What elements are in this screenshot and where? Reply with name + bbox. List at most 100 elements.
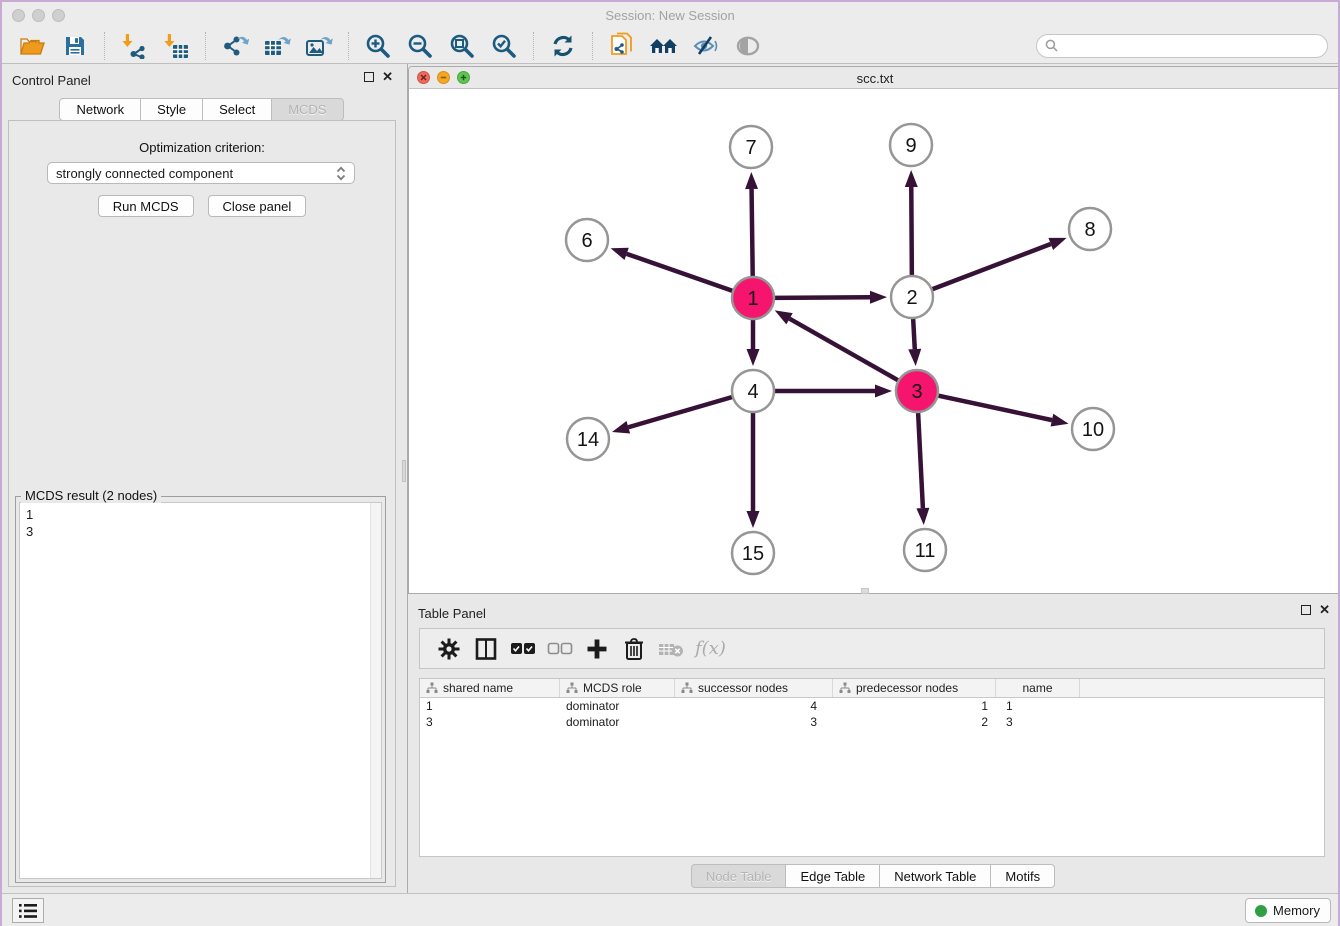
add-column-button[interactable]	[578, 634, 615, 664]
columns-icon	[474, 637, 498, 661]
float-table-panel-icon[interactable]	[1301, 605, 1311, 615]
canvas-resize-grip[interactable]	[861, 588, 869, 594]
zoom-selected-button[interactable]	[487, 31, 521, 61]
houses-icon	[649, 34, 679, 58]
tab-edge-table[interactable]: Edge Table	[785, 864, 880, 888]
tab-style[interactable]: Style	[140, 98, 203, 121]
network-canvas[interactable]: 7968124314101511	[409, 89, 1340, 593]
result-line: 3	[26, 523, 375, 540]
graph-edge-arrowhead	[612, 421, 630, 433]
table-row[interactable]: 3 dominator 3 2 3	[420, 714, 1324, 730]
delete-table-icon	[658, 640, 684, 658]
checked-boxes-icon	[510, 642, 536, 655]
graph-edge-1-6[interactable]	[627, 254, 733, 291]
graph-node-label: 2	[906, 287, 917, 309]
network-document-button[interactable]	[605, 31, 639, 61]
zoom-in-button[interactable]	[361, 31, 395, 61]
close-panel-icon[interactable]: ✕	[382, 72, 393, 82]
gear-icon	[438, 638, 460, 660]
table-settings-button[interactable]	[430, 634, 467, 664]
tab-motifs[interactable]: Motifs	[990, 864, 1055, 888]
export-image-icon	[305, 33, 333, 59]
search-field[interactable]	[1036, 34, 1328, 58]
home-button[interactable]	[647, 31, 681, 61]
run-mcds-button[interactable]: Run MCDS	[98, 195, 194, 217]
search-icon	[1045, 39, 1058, 52]
control-panel: Control Panel ✕ Network Style Select MCD…	[2, 64, 401, 893]
graph-edge-3-1[interactable]	[790, 319, 898, 380]
import-table-button[interactable]	[159, 31, 193, 61]
export-table-button[interactable]	[260, 31, 294, 61]
search-input[interactable]	[1063, 39, 1319, 53]
table-row[interactable]: 1 dominator 4 1 1	[420, 698, 1324, 714]
tab-node-table[interactable]: Node Table	[691, 864, 787, 888]
result-scrollbar[interactable]	[370, 503, 381, 878]
float-panel-icon[interactable]	[364, 72, 374, 82]
deselect-all-button[interactable]	[541, 634, 578, 664]
export-image-button[interactable]	[302, 31, 336, 61]
graph-node-label: 10	[1082, 419, 1104, 441]
tab-select[interactable]: Select	[202, 98, 272, 121]
attribute-icon	[681, 682, 693, 694]
graph-edge-2-3[interactable]	[913, 319, 915, 349]
graph-edge-2-9[interactable]	[911, 187, 912, 275]
show-columns-button[interactable]	[467, 634, 504, 664]
mcds-result-title: MCDS result (2 nodes)	[21, 488, 161, 503]
import-network-icon	[121, 33, 147, 59]
export-network-button[interactable]	[218, 31, 252, 61]
graph-edge-2-8[interactable]	[933, 244, 1051, 289]
graph-edge-arrowhead	[745, 172, 758, 189]
close-table-panel-icon[interactable]: ✕	[1319, 605, 1330, 615]
open-session-button[interactable]	[16, 31, 50, 61]
graph-edge-3-10[interactable]	[939, 396, 1052, 420]
graphics-details-button[interactable]	[689, 31, 723, 61]
attribute-icon	[566, 682, 578, 694]
birds-eye-button[interactable]	[731, 31, 765, 61]
delete-column-button[interactable]	[615, 634, 652, 664]
attribute-icon	[839, 682, 851, 694]
control-panel-title: Control Panel	[12, 73, 91, 88]
graph-edge-1-2[interactable]	[775, 297, 870, 298]
memory-button[interactable]: Memory	[1245, 898, 1331, 923]
import-table-icon	[163, 33, 189, 59]
splitter-grip[interactable]	[402, 460, 406, 482]
column-header-predecessor-nodes[interactable]: predecessor nodes	[833, 679, 996, 697]
close-panel-button[interactable]: Close panel	[208, 195, 307, 217]
column-header-name[interactable]: name	[996, 679, 1080, 697]
status-bar: Memory	[2, 893, 1338, 926]
graph-edge-1-7[interactable]	[752, 189, 753, 276]
plus-icon	[586, 638, 608, 660]
import-network-button[interactable]	[117, 31, 151, 61]
refresh-layout-button[interactable]	[546, 31, 580, 61]
graph-edge-3-11[interactable]	[918, 413, 923, 508]
chevron-up-down-icon	[336, 166, 346, 181]
refresh-icon	[550, 33, 576, 59]
column-header-mcds-role[interactable]: MCDS role	[560, 679, 675, 697]
column-header-shared-name[interactable]: shared name	[420, 679, 560, 697]
save-session-button[interactable]	[58, 31, 92, 61]
node-table[interactable]: shared name MCDS role successor nodes pr…	[419, 678, 1325, 857]
graph-edge-arrowhead	[775, 310, 793, 324]
graph-edge-arrowhead	[916, 508, 929, 525]
open-folder-icon	[20, 34, 47, 58]
select-all-button[interactable]	[504, 634, 541, 664]
tab-network[interactable]: Network	[59, 98, 141, 121]
graph-edge-4-14[interactable]	[628, 397, 732, 427]
table-panel-tabs: Node Table Edge Table Network Table Moti…	[408, 864, 1338, 888]
column-header-successor-nodes[interactable]: successor nodes	[675, 679, 833, 697]
main-toolbar	[2, 28, 1338, 64]
graph-node-label: 11	[915, 540, 936, 562]
graph-node-label: 3	[911, 381, 922, 403]
task-history-button[interactable]	[12, 898, 44, 923]
attribute-icon	[426, 682, 438, 694]
zoom-fit-button[interactable]	[445, 31, 479, 61]
network-window-title: scc.txt	[409, 71, 1340, 86]
mcds-result-textarea[interactable]: 1 3	[19, 502, 382, 879]
tab-network-table[interactable]: Network Table	[879, 864, 991, 888]
panel-splitter[interactable]	[401, 64, 408, 893]
tab-mcds[interactable]: MCDS	[271, 98, 343, 121]
optimization-criterion-select[interactable]: strongly connected component	[47, 162, 355, 184]
zoom-out-button[interactable]	[403, 31, 437, 61]
table-panel: Table Panel ✕	[408, 597, 1338, 895]
toolbar-separator	[348, 32, 349, 60]
